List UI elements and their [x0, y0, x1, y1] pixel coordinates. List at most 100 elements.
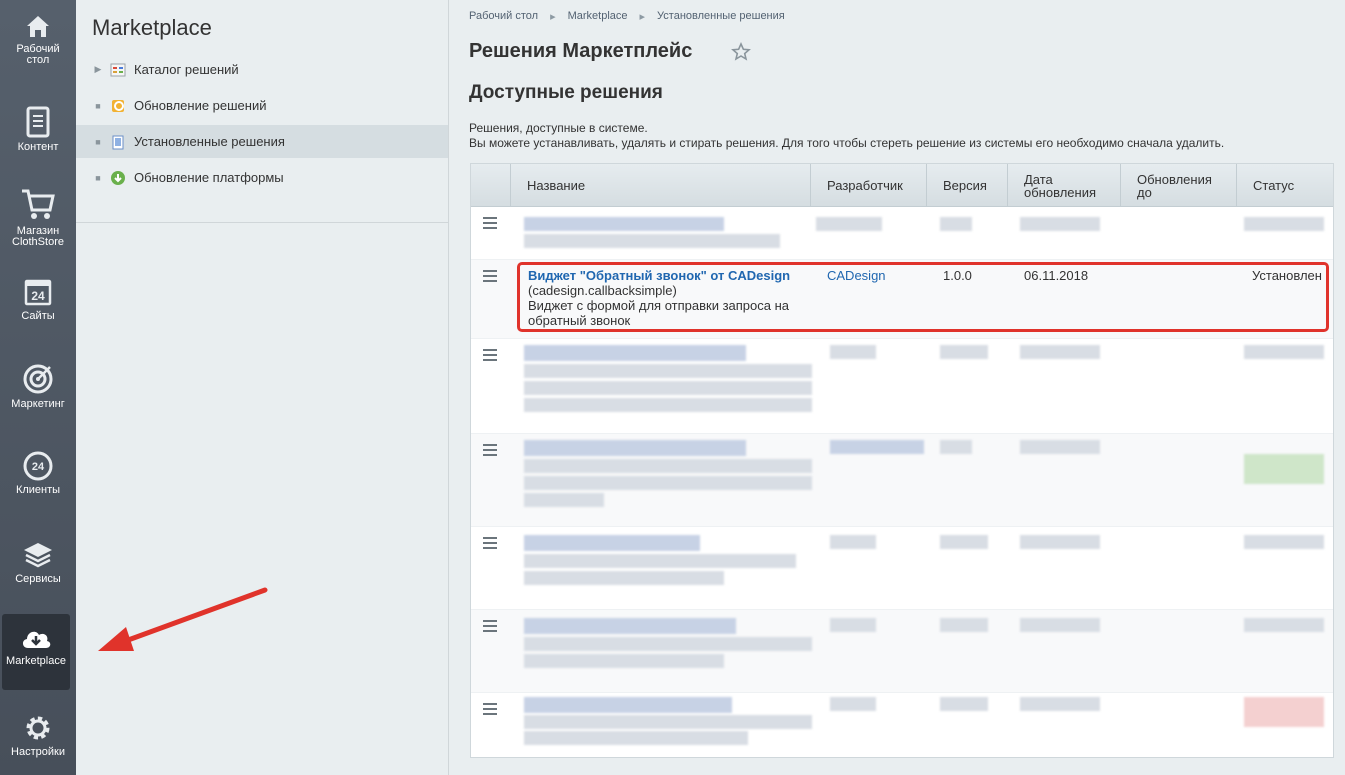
- bullet-icon: ■: [95, 136, 101, 147]
- header-version[interactable]: Версия: [927, 164, 1008, 207]
- blurred-content: [1020, 697, 1100, 711]
- left-icon-bar: Рабочий стол Контент Магазин ClothStore …: [0, 0, 76, 775]
- blurred-content: [940, 697, 988, 711]
- breadcrumb-desktop[interactable]: Рабочий стол: [469, 10, 538, 23]
- blurred-content: [524, 459, 812, 473]
- blurred-content: [940, 618, 988, 632]
- breadcrumb: Рабочий стол ▸ Marketplace ▸ Установленн…: [469, 10, 785, 23]
- blurred-content: [524, 476, 812, 490]
- leftbar-item-clients[interactable]: 24 Клиенты: [0, 451, 76, 496]
- blurred-content: [1244, 618, 1324, 632]
- platform-update-icon: [111, 170, 125, 185]
- calendar-icon: 24: [24, 279, 52, 306]
- update-icon: [112, 99, 124, 112]
- blurred-content: [816, 217, 882, 231]
- row-menu-icon[interactable]: [483, 620, 497, 635]
- menu-item-label: Обновление платформы: [134, 170, 284, 185]
- blurred-content: [830, 697, 876, 711]
- table-row[interactable]: [471, 434, 1333, 527]
- description-line: Решения, доступные в системе.: [469, 121, 648, 135]
- table-header: Название Разработчик Версия Дата обновле…: [471, 164, 1333, 207]
- svg-text:24: 24: [32, 461, 45, 473]
- leftbar-item-settings[interactable]: Настройки: [0, 713, 76, 758]
- blurred-content: [524, 217, 724, 231]
- blurred-content: [1020, 618, 1100, 632]
- row-menu-icon[interactable]: [483, 703, 497, 718]
- blurred-content: [940, 535, 988, 549]
- expand-arrow-icon[interactable]: ▶: [94, 64, 102, 75]
- blurred-content: [524, 440, 746, 456]
- home-icon: [27, 16, 49, 37]
- breadcrumb-installed[interactable]: Установленные решения: [657, 10, 785, 23]
- leftbar-label: Сайты: [21, 310, 55, 322]
- blurred-content: [1244, 535, 1324, 549]
- row-menu-icon[interactable]: [483, 537, 497, 552]
- bullet-icon: ■: [95, 100, 101, 111]
- solutions-table: Название Разработчик Версия Дата обновле…: [470, 163, 1334, 758]
- leftbar-item-content[interactable]: Контент: [0, 106, 76, 153]
- menu-item-label: Установленные решения: [134, 134, 285, 149]
- blurred-content: [1244, 697, 1324, 727]
- menu-item-platform-update[interactable]: ■ Обновление платформы: [76, 161, 448, 194]
- header-name[interactable]: Название: [511, 164, 811, 207]
- leftbar-item-marketplace[interactable]: Marketplace: [2, 614, 70, 690]
- table-row[interactable]: [471, 207, 1333, 260]
- row-menu-icon[interactable]: [483, 217, 497, 232]
- header-date[interactable]: Дата обновления: [1008, 164, 1121, 207]
- table-row[interactable]: [471, 339, 1333, 434]
- leftbar-item-services[interactable]: Сервисы: [0, 540, 76, 585]
- header-date-label: Дата обновления: [1024, 171, 1096, 200]
- blurred-content: [524, 535, 700, 551]
- menu-item-updates[interactable]: ■ Обновление решений: [76, 89, 448, 122]
- header-status[interactable]: Статус: [1237, 164, 1333, 207]
- blurred-content: [830, 535, 876, 549]
- gear-icon: [26, 716, 50, 740]
- blurred-content: [524, 381, 812, 395]
- blurred-content: [830, 618, 876, 632]
- menu-item-label: Обновление решений: [134, 98, 267, 113]
- header-actions: [471, 164, 511, 207]
- breadcrumb-marketplace[interactable]: Marketplace: [568, 10, 628, 23]
- blurred-content: [524, 398, 812, 412]
- svg-text:24: 24: [31, 289, 45, 303]
- header-developer[interactable]: Разработчик: [811, 164, 927, 207]
- section-title: Доступные решения: [469, 82, 663, 103]
- blurred-content: [524, 637, 812, 651]
- leftbar-item-marketing[interactable]: Маркетинг: [0, 363, 76, 410]
- row-menu-icon[interactable]: [483, 444, 497, 459]
- leftbar-label: Настройки: [11, 746, 65, 758]
- cloud-download-icon: [22, 631, 51, 648]
- description: Решения, доступные в системе. Вы можете …: [469, 121, 1224, 151]
- star-icon[interactable]: [731, 42, 751, 62]
- bullet-icon: ■: [95, 172, 101, 183]
- blurred-content: [830, 345, 876, 359]
- blurred-content: [524, 697, 732, 713]
- header-updates[interactable]: Обновления до: [1121, 164, 1237, 207]
- blurred-content: [1020, 345, 1100, 359]
- blurred-content: [524, 345, 746, 361]
- leftbar-label: Контент: [17, 141, 59, 153]
- blurred-content: [524, 571, 724, 585]
- blurred-content: [940, 345, 988, 359]
- blurred-content: [524, 554, 796, 568]
- table-row[interactable]: [471, 610, 1333, 693]
- menu-item-installed[interactable]: ■ Установленные решения: [76, 125, 448, 158]
- blurred-content: [830, 440, 924, 454]
- menu-title: Marketplace: [92, 15, 212, 40]
- blurred-content: [1244, 345, 1324, 359]
- row-menu-icon[interactable]: [483, 349, 497, 364]
- blurred-content: [940, 440, 972, 454]
- leftbar-item-shop[interactable]: Магазин ClothStore: [0, 186, 76, 248]
- row-menu-icon[interactable]: [483, 270, 497, 285]
- menu-item-catalog[interactable]: ▶ Каталог решений: [76, 53, 448, 86]
- leftbar-label: Рабочий стол: [16, 43, 60, 66]
- blurred-content: [1020, 535, 1100, 549]
- leftbar-label: Marketplace: [6, 655, 66, 667]
- leftbar-label: Магазин ClothStore: [12, 225, 64, 248]
- table-row[interactable]: [471, 527, 1333, 610]
- catalog-icon: [110, 63, 126, 76]
- leftbar-item-sites[interactable]: 24 Сайты: [0, 277, 76, 322]
- table-row[interactable]: [471, 693, 1333, 757]
- leftbar-item-desktop[interactable]: Рабочий стол: [0, 12, 76, 66]
- menu-divider: [76, 222, 448, 223]
